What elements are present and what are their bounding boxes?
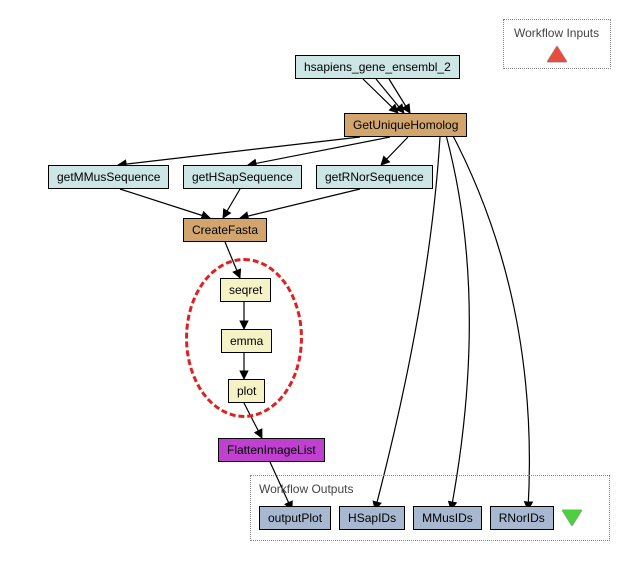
output-outputplot[interactable]: outputPlot — [259, 506, 331, 530]
node-plot[interactable]: plot — [228, 379, 265, 403]
legend-inputs-title: Workflow Inputs — [514, 26, 600, 40]
output-label: HSapIDs — [348, 511, 396, 525]
output-hsapids[interactable]: HSapIDs — [339, 506, 405, 530]
node-label: getRNorSequence — [325, 170, 424, 184]
node-create-fasta[interactable]: CreateFasta — [183, 218, 267, 242]
node-label: getHSapSequence — [192, 170, 293, 184]
outputs-title: Workflow Outputs — [259, 482, 601, 496]
node-label: hsapiens_gene_ensembl_2 — [304, 60, 451, 74]
node-hsapiens-gene-ensembl-2[interactable]: hsapiens_gene_ensembl_2 — [295, 55, 460, 79]
node-label: plot — [237, 384, 256, 398]
workflow-outputs-group: Workflow Outputs outputPlot HSapIDs MMus… — [250, 475, 610, 541]
node-label: FlattenImageList — [227, 443, 316, 457]
node-label: emma — [230, 334, 263, 348]
node-label: seqret — [229, 283, 262, 297]
node-seqret[interactable]: seqret — [220, 278, 271, 302]
node-get-rnor-sequence[interactable]: getRNorSequence — [316, 165, 433, 189]
node-get-hsap-sequence[interactable]: getHSapSequence — [183, 165, 302, 189]
output-label: outputPlot — [268, 511, 322, 525]
input-marker-icon — [547, 46, 567, 62]
node-flatten-image-list[interactable]: FlattenImageList — [218, 438, 325, 462]
output-mmusids[interactable]: MMusIDs — [413, 506, 482, 530]
output-label: MMusIDs — [422, 511, 473, 525]
node-get-unique-homolog[interactable]: GetUniqueHomolog — [344, 113, 467, 137]
output-rnorids[interactable]: RNorIDs — [490, 506, 554, 530]
node-label: getMMusSequence — [57, 170, 160, 184]
node-label: CreateFasta — [192, 223, 258, 237]
node-emma[interactable]: emma — [221, 329, 272, 353]
output-label: RNorIDs — [499, 511, 545, 525]
node-get-mmus-sequence[interactable]: getMMusSequence — [48, 165, 169, 189]
output-marker-icon — [562, 510, 582, 526]
node-label: GetUniqueHomolog — [353, 118, 458, 132]
legend-workflow-inputs: Workflow Inputs — [503, 19, 611, 69]
